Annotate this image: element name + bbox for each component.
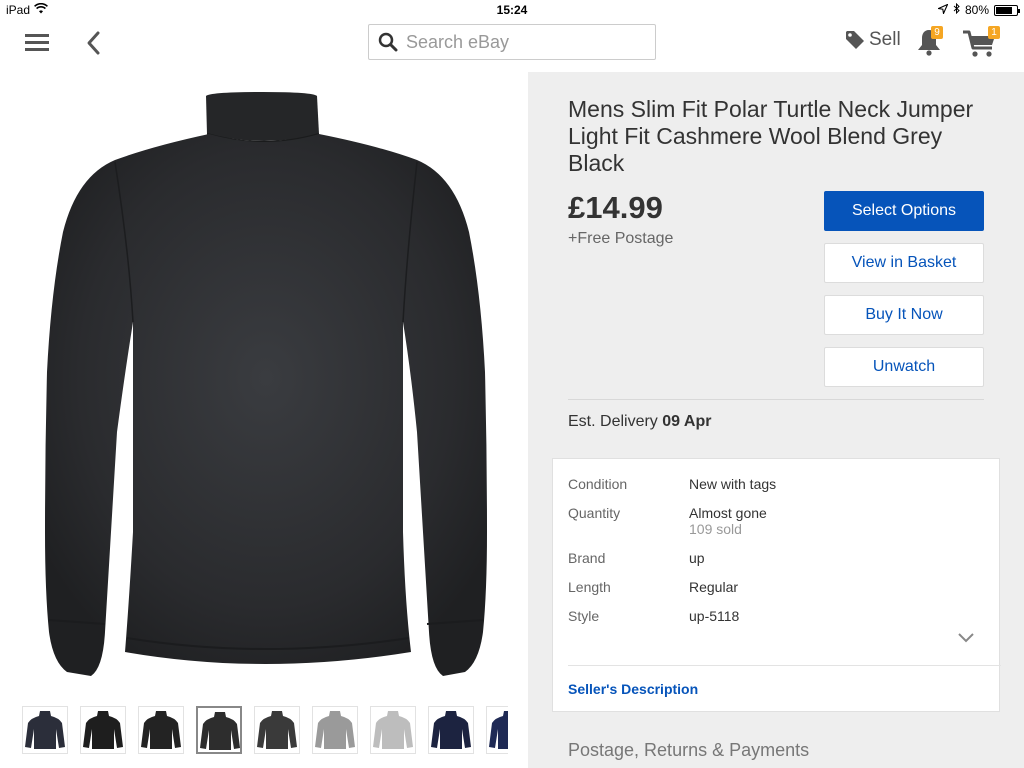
item-detail-panel: Mens Slim Fit Polar Turtle Neck Jumper L… [528, 72, 1024, 768]
select-options-button[interactable]: Select Options [824, 191, 984, 231]
cart-button[interactable]: 1 [962, 26, 1000, 57]
battery-tip [1018, 8, 1020, 13]
spec-label: Length [568, 579, 611, 595]
postage-info: +Free Postage [568, 230, 674, 247]
delivery-label: Est. Delivery [568, 413, 658, 430]
sellers-description-link[interactable]: Seller's Description [568, 681, 698, 697]
notifications-badge: 9 [931, 26, 943, 39]
search-box[interactable] [368, 24, 656, 60]
chevron-down-icon [958, 633, 974, 643]
spec-label: Brand [568, 550, 606, 566]
back-button[interactable] [84, 30, 104, 56]
thumbnail-image [141, 711, 181, 749]
bluetooth-icon [953, 2, 960, 17]
battery-fill [996, 6, 1012, 14]
gallery-thumbnail[interactable] [370, 706, 416, 754]
thumbnail-image [257, 711, 297, 749]
spec-value: up [689, 550, 705, 566]
back-chevron-icon [87, 31, 100, 55]
item-title: Mens Slim Fit Polar Turtle Neck Jumper L… [568, 96, 974, 176]
menu-button[interactable] [25, 34, 49, 52]
thumbnail-image [315, 711, 355, 749]
menu-icon-bar [25, 41, 49, 44]
sell-label: Sell [869, 29, 901, 50]
menu-icon-bar [25, 34, 49, 37]
tag-icon [846, 31, 864, 49]
battery-percent: 80% [964, 3, 989, 17]
gallery-thumbnail[interactable] [22, 706, 68, 754]
estimated-delivery: Est. Delivery 09 Apr [568, 413, 711, 431]
gallery-thumbnail[interactable] [80, 706, 126, 754]
search-icon [378, 32, 398, 52]
thumbnail-image [200, 712, 240, 750]
postage-returns-payments-section[interactable]: Postage, Returns & Payments [568, 740, 809, 761]
main-product-image[interactable] [33, 72, 495, 692]
gallery-thumbnail[interactable] [486, 706, 508, 754]
menu-icon-bar [25, 48, 49, 51]
thumbnail-image [25, 711, 65, 749]
status-bar: iPad 15:24 80% [0, 0, 1024, 20]
gallery-thumbnail[interactable] [312, 706, 358, 754]
search-input[interactable] [406, 31, 636, 53]
sell-button[interactable]: Sell [845, 29, 901, 51]
card-divider [568, 665, 1001, 666]
status-time: 15:24 [496, 3, 528, 17]
delivery-date: 09 Apr [662, 413, 712, 430]
view-in-basket-button[interactable]: View in Basket [824, 243, 984, 283]
status-right: 80% [936, 2, 1020, 17]
sold-count: 109 sold [689, 521, 742, 537]
jumper-illustration [45, 92, 487, 676]
top-nav: Sell 9 1 [0, 20, 1024, 72]
gallery-thumbnail[interactable] [254, 706, 300, 754]
item-specifics-card: Condition New with tags Quantity Almost … [552, 458, 1001, 712]
expand-specifics-button[interactable] [957, 631, 975, 643]
thumbnail-image [431, 711, 471, 749]
item-price: £14.99 [568, 190, 663, 225]
spec-label: Condition [568, 476, 628, 492]
cart-badge: 1 [988, 26, 1000, 39]
battery-icon [994, 4, 1020, 16]
notifications-button[interactable]: 9 [916, 26, 946, 56]
spec-label: Quantity [568, 505, 621, 521]
gallery-thumbnail[interactable] [196, 706, 242, 754]
thumbnail-image [83, 711, 123, 749]
buy-it-now-button[interactable]: Buy It Now [824, 295, 984, 335]
image-gallery [0, 72, 528, 768]
gallery-thumbnail[interactable] [428, 706, 474, 754]
spec-value: up-5118 [689, 608, 740, 624]
location-arrow-icon [936, 3, 949, 17]
gallery-thumbnail[interactable] [138, 706, 184, 754]
spec-value: Almost gone [689, 505, 767, 521]
spec-value: New with tags [689, 476, 777, 492]
thumbnail-image [489, 711, 508, 749]
spec-label: Style [568, 608, 600, 624]
thumbnail-strip[interactable] [22, 706, 508, 756]
spec-value: Regular [689, 579, 739, 595]
thumbnail-image [373, 711, 413, 749]
unwatch-button[interactable]: Unwatch [824, 347, 984, 387]
divider [568, 399, 984, 400]
